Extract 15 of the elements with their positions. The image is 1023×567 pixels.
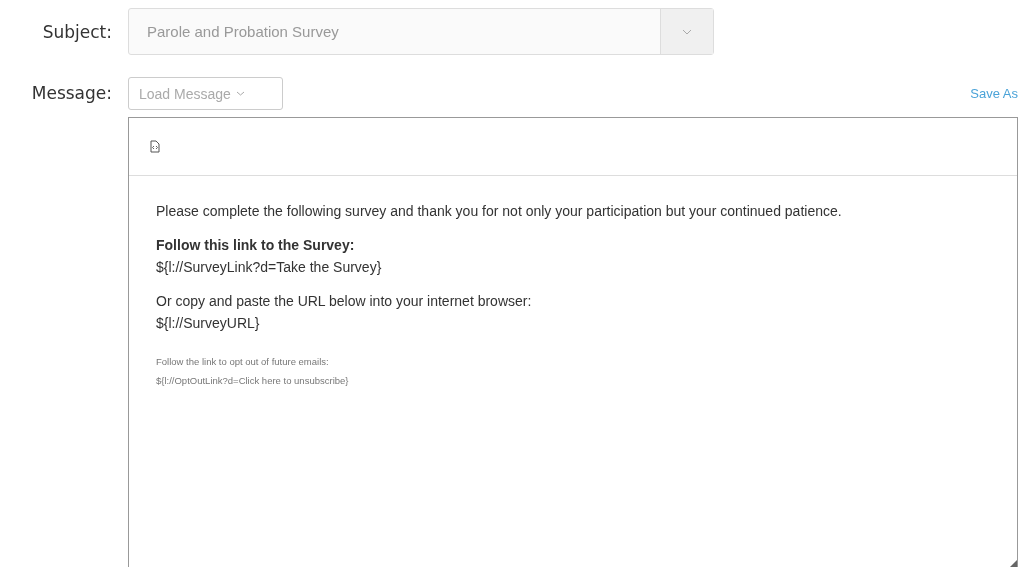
message-text: ${l://SurveyLink?d=Take the Survey}	[156, 258, 383, 277]
source-code-icon[interactable]	[150, 140, 160, 153]
message-text: ${l://OptOutLink?d=Click here to unsubscribe}	[156, 374, 350, 388]
resize-handle-icon[interactable]	[1009, 560, 1017, 567]
load-message-button[interactable]: Load Message	[128, 77, 283, 110]
message-text: Follow this link to the Survey:	[156, 236, 356, 255]
save-as-link[interactable]: Save As	[970, 86, 1018, 101]
message-text: Follow the link to opt out of future emails:	[156, 355, 330, 369]
message-text: Or copy and paste the URL below into your internet browser:	[156, 292, 533, 311]
chevron-down-icon	[235, 91, 245, 96]
message-label: Message:	[30, 83, 112, 103]
message-text: Please complete the following survey and thank you for not only your participation but your continued patience.	[156, 202, 843, 221]
subject-label: Subject:	[41, 21, 112, 42]
message-text: ${l://SurveyURL}	[156, 314, 261, 333]
chevron-down-icon	[682, 28, 692, 35]
